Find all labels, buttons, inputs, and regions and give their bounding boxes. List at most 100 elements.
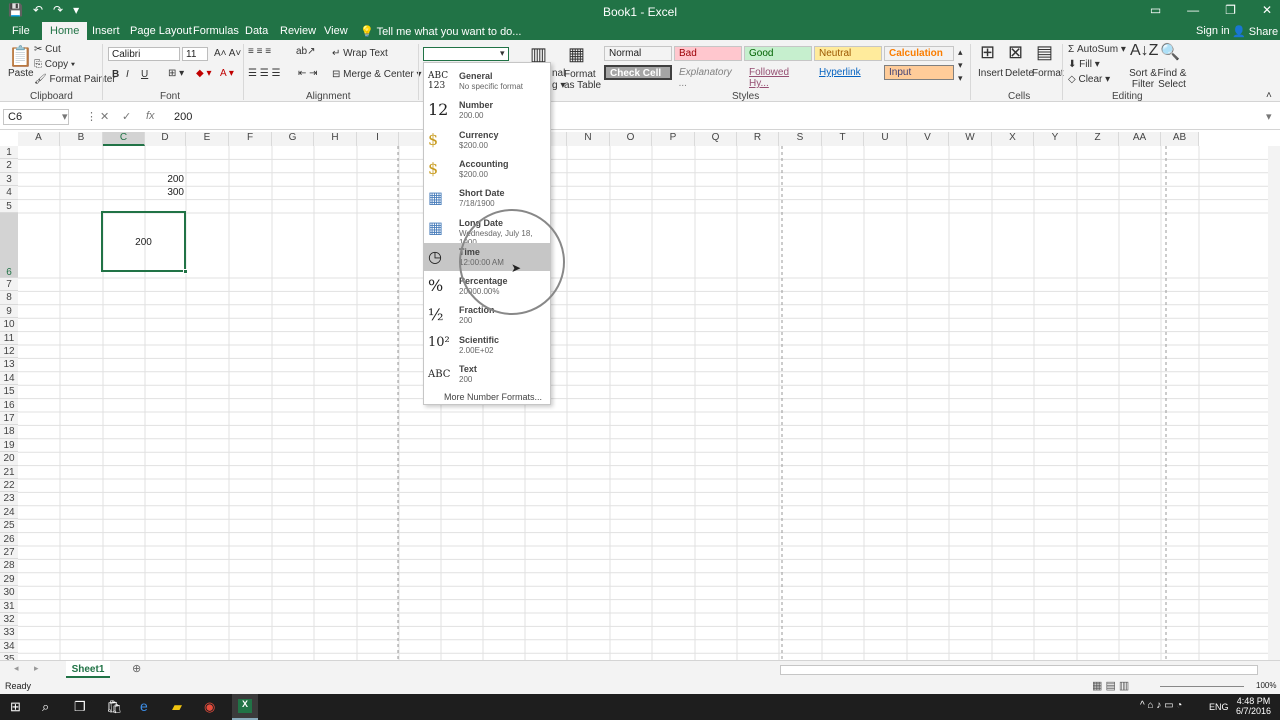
style-good[interactable]: Good [744,46,812,61]
vertical-scrollbar[interactable] [1268,146,1280,660]
italic-button[interactable]: I [126,69,129,80]
zoom-level[interactable]: 100% [1256,681,1276,690]
column-header[interactable]: H [314,132,357,146]
style-calculation[interactable]: Calculation [884,46,954,61]
style-check-cell[interactable]: Check Cell [604,65,672,80]
tab-formulas[interactable]: Formulas [193,25,239,37]
sort-filter-icon[interactable]: A↓Z [1130,42,1158,60]
tab-data[interactable]: Data [245,25,268,37]
tab-page-layout[interactable]: Page Layout [130,25,192,37]
find-select-button[interactable]: Find & Select [1154,68,1190,90]
row-header[interactable]: 18 [0,425,18,439]
row-header[interactable]: 21 [0,465,18,479]
fill-button[interactable]: ⬇ Fill ▾ [1068,59,1100,70]
style-bad[interactable]: Bad [674,46,742,61]
fill-color-icon[interactable]: ◆ ▾ [196,68,212,79]
row-header[interactable]: 30 [0,586,18,600]
row-header[interactable]: 1 [0,146,18,160]
column-header[interactable]: Y [1034,132,1077,146]
insert-function-icon[interactable]: fx [146,110,155,122]
column-header[interactable]: P [652,132,695,146]
format-as-table-icon[interactable]: ▦ [568,44,585,65]
number-format-option[interactable]: ▦ Short Date 7/18/1900 [424,184,550,212]
prev-sheet-icon[interactable]: ◂ [14,663,19,674]
paste-button[interactable]: Paste [8,68,34,79]
number-format-option[interactable]: $ Currency $200.00 [424,126,550,154]
column-header[interactable]: B [60,132,103,146]
cancel-icon[interactable]: ✕ [100,110,109,123]
formula-input[interactable]: 200 [174,111,192,123]
column-header[interactable]: R [737,132,779,146]
row-header[interactable]: 20 [0,452,18,466]
row-header[interactable]: 33 [0,626,18,640]
zoom-slider[interactable] [1160,686,1244,687]
cell-c4[interactable]: 300 [150,187,184,198]
row-header[interactable]: 17 [0,412,18,426]
number-format-box[interactable] [423,47,509,61]
column-header[interactable]: AB [1161,132,1199,146]
ribbon-display-icon[interactable]: ▭ [1150,3,1161,17]
format-cells-icon[interactable]: ▤ [1036,42,1053,63]
format-cells-button[interactable]: Format [1032,68,1064,79]
tab-home[interactable]: Home [42,22,88,40]
file-explorer-icon[interactable]: ▰ [172,699,182,715]
number-format-option[interactable]: ABC Text 200 [424,360,550,388]
row-header[interactable]: 19 [0,438,18,453]
column-header[interactable]: N [567,132,610,146]
row-header[interactable]: 4 [0,186,18,200]
row-header[interactable]: 6 [0,213,18,278]
start-icon[interactable]: ⊞ [10,699,21,715]
row-header[interactable]: 29 [0,572,18,587]
row-header[interactable]: 34 [0,639,18,654]
tab-insert[interactable]: Insert [92,25,120,37]
row-header[interactable]: 12 [0,345,18,359]
search-icon[interactable]: ⌕ [42,699,49,715]
column-header[interactable]: Q [695,132,737,146]
chrome-icon[interactable]: ◉ [204,699,215,715]
selected-cell-c6[interactable]: 200 [101,211,188,274]
row-header[interactable]: 31 [0,599,18,613]
row-header[interactable]: 13 [0,358,18,372]
row-header[interactable]: 25 [0,519,18,533]
grow-font-icon[interactable]: A˄ A˅ [214,48,241,59]
row-header[interactable]: 10 [0,318,18,332]
insert-cells-button[interactable]: Insert [978,68,1003,79]
column-header[interactable]: V [907,132,949,146]
merge-center-button[interactable]: ⊟ Merge & Center ▾ [332,69,422,80]
row-header[interactable]: 5 [0,199,18,213]
tab-view[interactable]: View [324,25,348,37]
delete-cells-button[interactable]: Delete [1005,68,1034,79]
sheet-tab-sheet1[interactable]: Sheet1 [66,661,110,678]
column-header[interactable]: A [18,132,60,146]
row-header[interactable]: 28 [0,559,18,573]
column-header[interactable]: F [229,132,272,146]
name-box[interactable]: C6 [3,109,69,125]
row-header[interactable]: 26 [0,532,18,546]
cell-grid[interactable] [18,146,1268,660]
name-box-dropdown-icon[interactable]: ▾ [62,110,68,123]
styles-scroll-icon[interactable]: ▴ ▾ ▾ [958,46,963,85]
underline-button[interactable]: U [141,69,148,80]
font-name-box[interactable]: Calibri [108,47,180,61]
language-indicator[interactable]: ENG [1209,702,1229,712]
row-header[interactable]: 7 [0,278,18,292]
new-sheet-icon[interactable]: ⊕ [132,662,141,675]
close-button[interactable]: ✕ [1262,3,1272,17]
wrap-text-button[interactable]: ↵ Wrap Text [332,48,388,59]
collapse-ribbon-icon[interactable]: ˄ [1266,90,1272,101]
column-header[interactable]: X [992,132,1034,146]
style-followed-hyperlink[interactable]: Followed Hy... [744,65,812,89]
tab-review[interactable]: Review [280,25,316,37]
font-size-box[interactable]: 11 [182,47,208,61]
column-header[interactable]: O [610,132,652,146]
format-as-table-button[interactable]: Format as Table [564,69,602,91]
column-header[interactable]: AA [1119,132,1161,146]
align-left-icon[interactable]: ☰ ☰ ☰ [248,68,280,79]
more-number-formats-link[interactable]: More Number Formats... [444,392,542,402]
number-format-option[interactable]: 10² Scientific 2.00E+02 [424,331,550,359]
row-header[interactable]: 9 [0,304,18,319]
align-top-icon[interactable]: ≡ ≡ ≡ [248,46,271,57]
share-button[interactable]: 👤 Share [1232,25,1278,38]
view-icons[interactable]: ▦ ▤ ▥ [1092,679,1129,692]
borders-icon[interactable]: ⊞ ▾ [168,68,184,79]
